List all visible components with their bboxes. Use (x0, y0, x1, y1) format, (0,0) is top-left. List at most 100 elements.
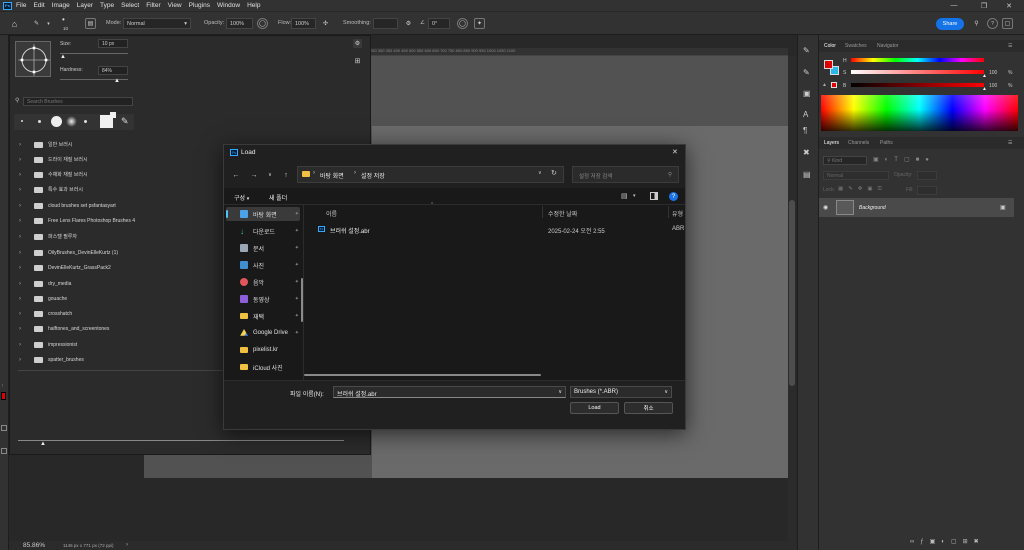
zoom-level[interactable]: 85.86% (23, 542, 45, 549)
brush-tip-2[interactable] (38, 120, 41, 123)
flow-field[interactable]: 100% (291, 18, 316, 29)
cancel-button[interactable]: 취소 (624, 402, 673, 414)
brush-folder[interactable]: › impressionist (9, 337, 223, 352)
properties-icon[interactable]: ▤ (803, 170, 811, 179)
chevron-down-icon[interactable]: ▾ (633, 193, 636, 199)
brush-tip-5[interactable] (84, 120, 87, 123)
saturation-handle[interactable]: ▲ (982, 73, 987, 79)
sidebar-item-pictures[interactable]: 사진 ✦ (240, 258, 304, 272)
forward-icon[interactable]: → (249, 171, 259, 179)
brightness-slider[interactable] (851, 83, 984, 87)
brush-folder[interactable]: › OilyBrushes_DevinElleKurtz (1) (9, 245, 223, 260)
brush-tip-1[interactable] (21, 120, 23, 122)
chevron-down-icon[interactable]: ∨ (538, 170, 542, 176)
sidebar-item-downloads[interactable]: ↓ 다운로드 ✦ (240, 224, 304, 238)
character-icon[interactable]: A (803, 110, 808, 119)
new-folder-button[interactable]: 새 폴더 (269, 193, 287, 202)
brush-folder[interactable]: › 수채화 재질 브러시 (9, 167, 223, 182)
view-icon[interactable]: ▤ (621, 192, 630, 200)
brush-tip-7[interactable]: ✎ (121, 116, 131, 126)
tab-navigator[interactable]: Navigator (877, 43, 898, 49)
menu-filter[interactable]: Filter (146, 2, 160, 9)
size-slider[interactable] (60, 53, 128, 54)
quick-mask-icon[interactable] (1, 425, 7, 431)
hardness-field[interactable]: 84% (98, 66, 128, 75)
document-info[interactable]: 1146 px x 771 px (72 ppi) (63, 543, 113, 548)
minimize-icon[interactable]: — (939, 0, 969, 11)
brush-folder[interactable]: › cloud brushes set psfantasyart (9, 198, 223, 213)
help-icon[interactable]: ? (987, 18, 998, 29)
back-icon[interactable]: ← (231, 171, 241, 179)
preview-pane-icon[interactable] (650, 192, 658, 200)
brush-folder[interactable]: › gouache (9, 291, 223, 306)
brush-folder[interactable]: › 파스텔 필루자 (9, 229, 223, 244)
tab-paths[interactable]: Paths (880, 140, 893, 146)
refresh-icon[interactable]: ↻ (551, 169, 557, 177)
brush-folder[interactable]: › halftones_and_screentones (9, 321, 223, 336)
brush-folder[interactable]: › 특수 효과 브러시 (9, 182, 223, 197)
brush-folder[interactable]: › crosshatch (9, 306, 223, 321)
menu-help[interactable]: Help (247, 2, 260, 9)
opacity-field[interactable]: 100% (226, 18, 253, 29)
saturation-slider[interactable] (851, 70, 984, 74)
sidebar-item-videos[interactable]: 동영상 ✦ (240, 292, 304, 306)
layer-opacity-field[interactable] (917, 171, 937, 180)
sidebar-item-folder[interactable]: 재택 ✦ (240, 309, 304, 323)
menu-image[interactable]: Image (52, 2, 70, 9)
brush-tool-icon[interactable]: ✎ (31, 18, 42, 29)
warning-icon[interactable]: ▲ (822, 82, 827, 88)
search-icon[interactable]: ⚲ (971, 18, 982, 29)
menu-layer[interactable]: Layer (77, 2, 93, 9)
airbrush-icon[interactable]: ✣ (320, 18, 331, 29)
blend-mode-select[interactable]: Normal (823, 171, 889, 180)
brush-folder[interactable]: › Free Lens Flares Photoshop Brushes 4 (9, 213, 223, 228)
eye-icon[interactable]: ◉ (823, 204, 828, 211)
brush-tip-4[interactable] (66, 116, 77, 127)
column-modified[interactable]: 수정한 날짜 (548, 209, 577, 218)
chevron-down-icon[interactable]: ∨ (265, 171, 275, 179)
panel-menu-icon[interactable]: ☰ (1008, 43, 1012, 49)
filename-input[interactable]: 브러쉬 설정.abr ∨ (333, 386, 566, 398)
tab-color[interactable]: Color (824, 43, 836, 49)
swap-colors-icon[interactable]: ↑ (1, 383, 7, 389)
column-type[interactable]: 유형 (672, 209, 683, 218)
column-divider[interactable] (668, 206, 669, 218)
brush-search-input[interactable]: Search Brushes (23, 97, 133, 106)
tools-icon[interactable]: ✖ (803, 148, 810, 157)
tab-layers[interactable]: Layers (824, 140, 839, 146)
brightness-handle[interactable]: ▲ (982, 86, 987, 92)
menu-type[interactable]: Type (100, 2, 114, 9)
sidebar-item-pixelist[interactable]: pixelist.kr (240, 343, 304, 357)
menu-file[interactable]: File (16, 2, 26, 9)
home-icon[interactable]: ⌂ (9, 18, 20, 29)
sidebar-item-music[interactable]: 음악 ✦ (240, 275, 304, 289)
brush-folder[interactable]: › 드라이 재질 브러시 (9, 152, 223, 167)
hardness-slider-handle[interactable]: ▲ (114, 78, 120, 84)
file-name[interactable]: 브러쉬 설정.abr (330, 226, 370, 235)
menu-view[interactable]: View (168, 2, 182, 9)
workspace-icon[interactable]: ▢ (1002, 18, 1013, 29)
preview-size-slider-handle[interactable]: ▲ (40, 441, 46, 447)
tab-channels[interactable]: Channels (848, 140, 869, 146)
vertical-scrollbar-thumb[interactable] (789, 200, 795, 386)
foreground-color-swatch[interactable] (1, 392, 6, 400)
tab-swatches[interactable]: Swatches (845, 43, 867, 49)
color-spectrum[interactable] (821, 95, 1018, 131)
size-slider-handle[interactable]: ▲ (60, 54, 66, 60)
menu-window[interactable]: Window (217, 2, 240, 9)
layer-name[interactable]: Background (859, 205, 886, 211)
close-icon[interactable]: ✕ (672, 148, 678, 156)
layer-filter-icons[interactable]: ▣◐T▢■● (873, 156, 953, 165)
sidebar-item-icloud[interactable]: iCloud 사진 (240, 360, 304, 374)
panel-menu-icon[interactable]: ☰ (1008, 140, 1012, 146)
close-window-icon[interactable]: ✕ (994, 0, 1024, 11)
layer-action-icons[interactable]: ∞ƒ▣◐▢⊞✖ (910, 538, 1020, 547)
layer-kind-filter[interactable]: ⚲ Kind (823, 156, 867, 165)
brush-dot-icon[interactable]: • (62, 15, 72, 25)
hue-slider[interactable] (851, 58, 984, 62)
up-icon[interactable]: ↑ (281, 171, 291, 179)
fill-field[interactable] (917, 186, 937, 195)
brush-folder[interactable]: › dry_media (9, 276, 223, 291)
brush-tip-preview[interactable] (15, 41, 51, 77)
menu-select[interactable]: Select (121, 2, 139, 9)
